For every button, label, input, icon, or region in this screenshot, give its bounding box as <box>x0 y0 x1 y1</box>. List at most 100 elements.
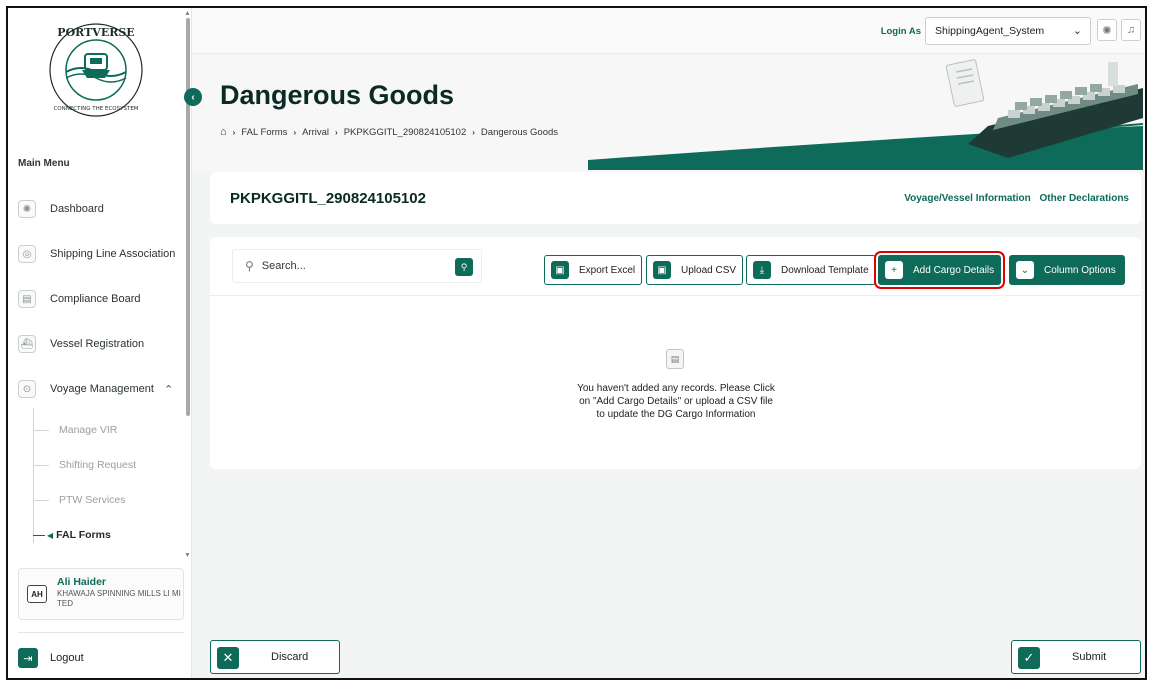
submit-label: Submit <box>1072 651 1107 663</box>
sidebar-item-voyage-management[interactable]: ⊙ Voyage Management ⌃ <box>18 372 186 406</box>
sidebar-item-shipping-line-association[interactable]: ◎ Shipping Line Association <box>18 237 186 271</box>
sidebar-item-label: Vessel Registration <box>50 338 145 350</box>
breadcrumb-separator: › <box>335 127 338 137</box>
sidebar-item-label: Voyage Management <box>50 383 154 395</box>
csv-file-icon: ▣ <box>653 261 671 279</box>
submenu-dash <box>33 499 49 501</box>
sidebar-subitem-shifting-request[interactable]: Shifting Request <box>33 455 136 475</box>
sidebar-item-label: Shipping Line Association <box>50 248 176 260</box>
logout-button[interactable]: ⇥ Logout <box>18 648 84 668</box>
empty-state-line: You haven't added any records. Please Cl… <box>577 383 775 394</box>
breadcrumb-separator: › <box>293 127 297 137</box>
breadcrumb-current: Dangerous Goods <box>480 126 559 138</box>
document-icon: ▤ <box>18 290 36 308</box>
voyage-links: Voyage/Vessel Information Other Declarat… <box>898 193 1129 204</box>
search-box: ⚲ ⚲ <box>232 249 482 283</box>
sidebar-item-compliance-board[interactable]: ▤ Compliance Board <box>18 282 186 316</box>
empty-state-line: on "Add Cargo Details" or upload a CSV f… <box>579 396 773 407</box>
breadcrumb-item[interactable]: Arrival <box>302 127 329 138</box>
export-excel-button[interactable]: ▣ Export Excel <box>544 255 643 285</box>
download-icon: ⤓ <box>753 261 771 279</box>
sidebar-item-vessel-registration[interactable]: ⛴ Vessel Registration <box>18 327 186 361</box>
export-excel-label: Export Excel <box>579 264 636 276</box>
active-marker-icon: ◀ <box>47 530 54 540</box>
dangerous-goods-table-card: ⚲ ⚲ ▣ Export Excel ▣ Upload CSV ⤓ Downlo… <box>210 237 1141 469</box>
svg-text:CONNECTING THE ECOSYSTEM: CONNECTING THE ECOSYSTEM <box>53 106 138 112</box>
notification-bell-icon[interactable]: ♫ <box>1121 19 1141 41</box>
empty-state-message: You haven't added any records. Please Cl… <box>540 382 812 421</box>
sidebar: PORTVERSE CONNECTING THE ECOSYSTEM Main … <box>8 8 192 678</box>
chevron-up-icon: ⌃ <box>163 383 174 396</box>
sidebar-subitem-fal-forms[interactable]: ◀ FAL Forms <box>33 525 111 545</box>
voyage-id: PKPKGGITL_290824105102 <box>230 190 426 207</box>
login-as-label: Login As <box>880 26 921 37</box>
empty-file-icon: ▤ <box>666 349 684 369</box>
column-options-button[interactable]: ⌄ Column Options <box>1009 255 1125 285</box>
divider <box>210 295 1141 296</box>
logout-label: Logout <box>50 652 84 664</box>
location-icon: ⊙ <box>18 380 36 398</box>
sidebar-subitem-label: Manage VIR <box>59 424 118 436</box>
sidebar-item-label: Compliance Board <box>50 293 141 305</box>
sidebar-scrollbar[interactable] <box>186 18 190 416</box>
search-input[interactable] <box>261 260 432 272</box>
user-name: Ali Haider <box>57 576 107 588</box>
home-icon[interactable]: ⌂ <box>220 126 227 138</box>
svg-text:PORTVERSE: PORTVERSE <box>57 26 134 39</box>
voyage-vessel-info-link[interactable]: Voyage/Vessel Information <box>904 193 1031 204</box>
empty-state-line: to update the DG Cargo Information <box>596 409 756 420</box>
logout-icon: ⇥ <box>18 648 38 668</box>
submenu-dash <box>33 534 45 536</box>
discard-button[interactable]: ✕ Discard <box>210 640 340 674</box>
selected-user: ShippingAgent_System <box>935 25 1045 37</box>
ship-illustration <box>588 59 1144 170</box>
breadcrumb: ⌂ › FAL Forms › Arrival › PKPKGGITL_2908… <box>220 126 558 138</box>
scroll-down-arrow-icon[interactable]: ▼ <box>184 552 191 559</box>
upload-csv-label: Upload CSV <box>681 264 737 276</box>
chevron-down-icon: ⌄ <box>1016 261 1034 279</box>
search-button[interactable]: ⚲ <box>455 258 473 276</box>
scroll-up-arrow-icon[interactable]: ▲ <box>184 10 191 17</box>
sidebar-item-label: Dashboard <box>50 203 104 215</box>
settings-gear-icon[interactable]: ✺ <box>1097 19 1117 41</box>
submit-button[interactable]: ✓ Submit <box>1011 640 1141 674</box>
globe-icon: ◎ <box>18 245 36 263</box>
download-template-button[interactable]: ⤓ Download Template <box>746 255 876 285</box>
sidebar-subitem-label: FAL Forms <box>56 529 111 541</box>
portverse-logo: PORTVERSE CONNECTING THE ECOSYSTEM <box>49 23 143 117</box>
column-options-label: Column Options <box>1044 264 1116 276</box>
excel-file-icon: ▣ <box>551 261 569 279</box>
ship-icon: ⛴ <box>18 335 36 353</box>
login-as-select[interactable]: ShippingAgent_System ⌄ <box>925 17 1091 45</box>
app-window: PORTVERSE CONNECTING THE ECOSYSTEM Main … <box>6 6 1147 680</box>
main-menu-title: Main Menu <box>18 158 70 169</box>
discard-label: Discard <box>271 651 309 663</box>
user-card: AH Ali Haider KHAWAJA SPINNING MILLS LI … <box>18 568 184 620</box>
other-declarations-link[interactable]: Other Declarations <box>1040 193 1129 204</box>
page-title: Dangerous Goods <box>220 80 455 110</box>
search-icon: ⚲ <box>245 259 254 273</box>
add-cargo-details-label: Add Cargo Details <box>913 264 995 276</box>
breadcrumb-item[interactable]: FAL Forms <box>241 127 287 138</box>
breadcrumb-separator: › <box>472 127 475 137</box>
sidebar-subitem-manage-vir[interactable]: Manage VIR <box>33 420 117 440</box>
user-organization: KHAWAJA SPINNING MILLS LI MITED <box>57 589 181 608</box>
voyage-card: PKPKGGITL_290824105102 Voyage/Vessel Inf… <box>210 172 1141 224</box>
avatar: AH <box>27 585 47 603</box>
sidebar-item-dashboard[interactable]: ✺ Dashboard <box>18 192 186 226</box>
add-cargo-details-button[interactable]: + Add Cargo Details <box>873 251 1006 289</box>
gear-icon: ✺ <box>18 200 36 218</box>
collapse-sidebar-button[interactable]: ‹ <box>184 88 202 106</box>
close-icon: ✕ <box>217 647 239 669</box>
sidebar-subitem-label: Shifting Request <box>59 459 137 471</box>
check-icon: ✓ <box>1018 647 1040 669</box>
breadcrumb-separator: › <box>232 127 236 137</box>
upload-csv-button[interactable]: ▣ Upload CSV <box>646 255 744 285</box>
divider <box>18 632 184 633</box>
breadcrumb-item[interactable]: PKPKGGITL_290824105102 <box>344 127 467 138</box>
submenu-dash <box>33 429 49 431</box>
submenu-dash <box>33 464 49 466</box>
plus-icon: + <box>885 261 903 279</box>
sidebar-subitem-ptw-services[interactable]: PTW Services <box>33 490 126 510</box>
sidebar-subitem-label: PTW Services <box>59 494 126 506</box>
